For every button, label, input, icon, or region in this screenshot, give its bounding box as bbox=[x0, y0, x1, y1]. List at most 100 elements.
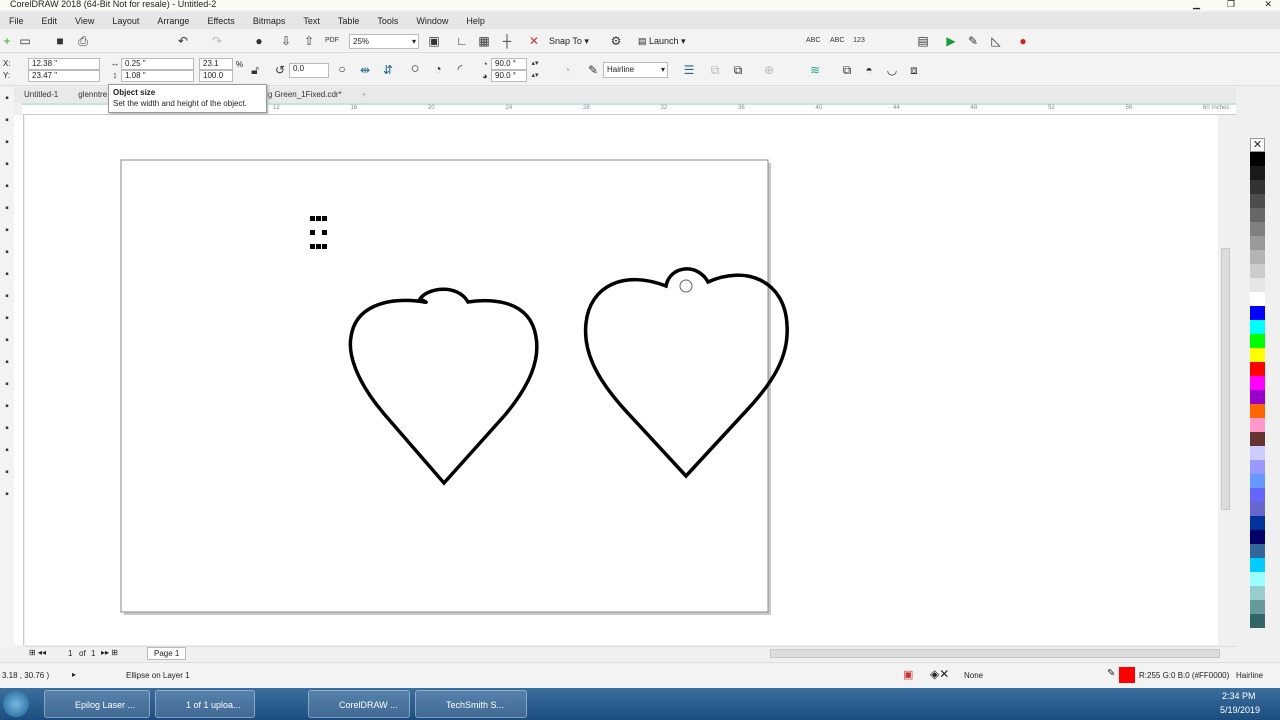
color-swatch[interactable] bbox=[1250, 208, 1265, 222]
menu-file[interactable]: File bbox=[0, 16, 33, 26]
text-tool-icon[interactable]: ▪ bbox=[0, 290, 14, 304]
taskbar-techsmith[interactable]: TechSmith S... bbox=[415, 690, 527, 718]
outline-color-swatch[interactable] bbox=[1119, 667, 1135, 683]
color-swatch[interactable] bbox=[1250, 292, 1265, 306]
color-swatch[interactable] bbox=[1250, 432, 1265, 446]
color-swatch[interactable] bbox=[1250, 348, 1265, 362]
pdf-icon[interactable]: PDF bbox=[325, 34, 339, 48]
export-icon[interactable]: ⇧ bbox=[302, 34, 316, 48]
close-button[interactable]: ✕ bbox=[1264, 0, 1272, 9]
color-swatch[interactable] bbox=[1250, 600, 1265, 614]
taskbar-chrome[interactable]: 1 of 1 uploa... bbox=[155, 690, 255, 718]
color-swatch[interactable] bbox=[1250, 418, 1265, 432]
add-icon[interactable]: ⊕ bbox=[762, 63, 776, 77]
full-screen-icon[interactable]: ▣ bbox=[427, 34, 441, 48]
color-swatch[interactable] bbox=[1250, 334, 1265, 348]
direction-icon[interactable]: ◔ bbox=[560, 63, 574, 77]
gear-icon[interactable]: ⚙ bbox=[609, 34, 623, 48]
rulers-icon[interactable]: ∟ bbox=[455, 34, 469, 48]
ellipse-tool-icon[interactable]: ▪ bbox=[0, 246, 14, 260]
outline-tool-icon[interactable]: ▪ bbox=[0, 466, 14, 480]
menu-layout[interactable]: Layout bbox=[103, 16, 148, 26]
pick-tool-icon[interactable]: ▪ bbox=[0, 92, 14, 106]
menu-window[interactable]: Window bbox=[407, 16, 457, 26]
color-swatch[interactable] bbox=[1250, 446, 1265, 460]
color-swatch[interactable] bbox=[1250, 572, 1265, 586]
wrap-text-icon[interactable]: ☰ bbox=[682, 63, 696, 77]
color-swatch[interactable] bbox=[1250, 404, 1265, 418]
color-swatch[interactable] bbox=[1250, 488, 1265, 502]
color-swatch[interactable] bbox=[1250, 474, 1265, 488]
grid-icon[interactable]: ▦ bbox=[477, 34, 491, 48]
color-swatch[interactable] bbox=[1250, 362, 1265, 376]
record-icon[interactable]: ● bbox=[1016, 34, 1030, 48]
color-swatch[interactable] bbox=[1250, 502, 1265, 516]
menu-edit[interactable]: Edit bbox=[33, 16, 67, 26]
menu-bitmaps[interactable]: Bitmaps bbox=[244, 16, 295, 26]
menu-table[interactable]: Table bbox=[329, 16, 369, 26]
color-swatch[interactable] bbox=[1250, 236, 1265, 250]
print-icon[interactable]: ⎙ bbox=[76, 34, 90, 48]
snap-off-icon[interactable]: ✕ bbox=[527, 34, 541, 48]
menu-arrange[interactable]: Arrange bbox=[148, 16, 198, 26]
to-front-icon[interactable]: ⧉ bbox=[708, 63, 722, 77]
guidelines-icon[interactable]: ┼ bbox=[500, 34, 514, 48]
color-swatch[interactable] bbox=[1250, 180, 1265, 194]
start-button[interactable] bbox=[3, 691, 29, 717]
to-back-icon[interactable]: ⧉ bbox=[731, 63, 745, 77]
redo-icon[interactable]: ↷ bbox=[210, 34, 224, 48]
outline-width-select[interactable]: Hairline ▾ bbox=[603, 62, 668, 78]
y-position-field[interactable]: 23.47 " bbox=[28, 70, 100, 82]
no-color-swatch[interactable]: ✕ bbox=[1250, 138, 1265, 152]
drop-shadow-tool-icon[interactable]: ▪ bbox=[0, 356, 14, 370]
simplify-icon[interactable]: ⧈ bbox=[907, 63, 921, 77]
color-swatch[interactable] bbox=[1250, 320, 1265, 334]
spell-icon[interactable]: ABC bbox=[806, 34, 820, 48]
color-swatch[interactable] bbox=[1250, 558, 1265, 572]
color-swatch[interactable] bbox=[1250, 222, 1265, 236]
color-swatch[interactable] bbox=[1250, 390, 1265, 404]
color-swatch[interactable] bbox=[1250, 194, 1265, 208]
crop-tool-icon[interactable]: ▪ bbox=[0, 136, 14, 150]
artistic-media-tool-icon[interactable]: ▪ bbox=[0, 202, 14, 216]
connector-tool-icon[interactable]: ▪ bbox=[0, 334, 14, 348]
color-swatch[interactable] bbox=[1250, 544, 1265, 558]
zoom-select[interactable]: 25% ▾ bbox=[349, 34, 419, 49]
next-page-button[interactable]: ▸▸ ⊞ bbox=[101, 648, 118, 657]
color-swatch[interactable] bbox=[1250, 250, 1265, 264]
freehand-tool-icon[interactable]: ▪ bbox=[0, 180, 14, 194]
color-swatch[interactable] bbox=[1250, 614, 1265, 628]
search-content-icon[interactable]: ● bbox=[252, 34, 266, 48]
eraser-tool-icon[interactable]: ▪ bbox=[0, 488, 14, 502]
menu-effects[interactable]: Effects bbox=[198, 16, 243, 26]
color-swatch[interactable] bbox=[1250, 152, 1265, 166]
edit-macro-icon[interactable]: ✎ bbox=[966, 34, 980, 48]
rotation-field[interactable]: 0.0 bbox=[289, 63, 329, 78]
snap-to-dropdown[interactable]: Snap To ▾ bbox=[549, 36, 589, 47]
arc-icon[interactable]: ◜ bbox=[453, 62, 467, 76]
undo-icon[interactable]: ↶ bbox=[176, 34, 190, 48]
angle-spinner-2[interactable]: ▴▾ bbox=[528, 69, 542, 83]
height-field[interactable]: 1.08 " bbox=[121, 70, 194, 82]
color-swatch[interactable] bbox=[1250, 516, 1265, 530]
color-swatch[interactable] bbox=[1250, 278, 1265, 292]
intersect-icon[interactable]: ◡ bbox=[885, 63, 899, 77]
menu-text[interactable]: Text bbox=[294, 16, 329, 26]
color-swatch[interactable] bbox=[1250, 264, 1265, 278]
parallel-dimension-tool-icon[interactable]: ▪ bbox=[0, 312, 14, 326]
clock-date[interactable]: 5/19/2019 bbox=[1220, 705, 1260, 715]
interactive-fill-tool-icon[interactable]: ▪ bbox=[0, 422, 14, 436]
wave-icon[interactable]: ≋ bbox=[808, 63, 822, 77]
color-swatch[interactable] bbox=[1250, 376, 1265, 390]
width-field[interactable]: 0.25 " bbox=[121, 58, 194, 70]
menu-help[interactable]: Help bbox=[457, 16, 494, 26]
thesaurus-icon[interactable]: ABC bbox=[830, 34, 844, 48]
color-swatch[interactable] bbox=[1250, 460, 1265, 474]
polygon-tool-icon[interactable]: ▪ bbox=[0, 268, 14, 282]
lock-ratio-icon[interactable]: 🔓︎ bbox=[248, 63, 262, 77]
page-tab[interactable]: Page 1 bbox=[147, 647, 187, 660]
pie-icon[interactable]: ◔ bbox=[431, 62, 445, 76]
scale-height-field[interactable]: 100.0 bbox=[199, 70, 233, 82]
numbers-icon[interactable]: 123 bbox=[852, 34, 866, 48]
ellipse-icon[interactable]: ○ bbox=[408, 61, 422, 76]
